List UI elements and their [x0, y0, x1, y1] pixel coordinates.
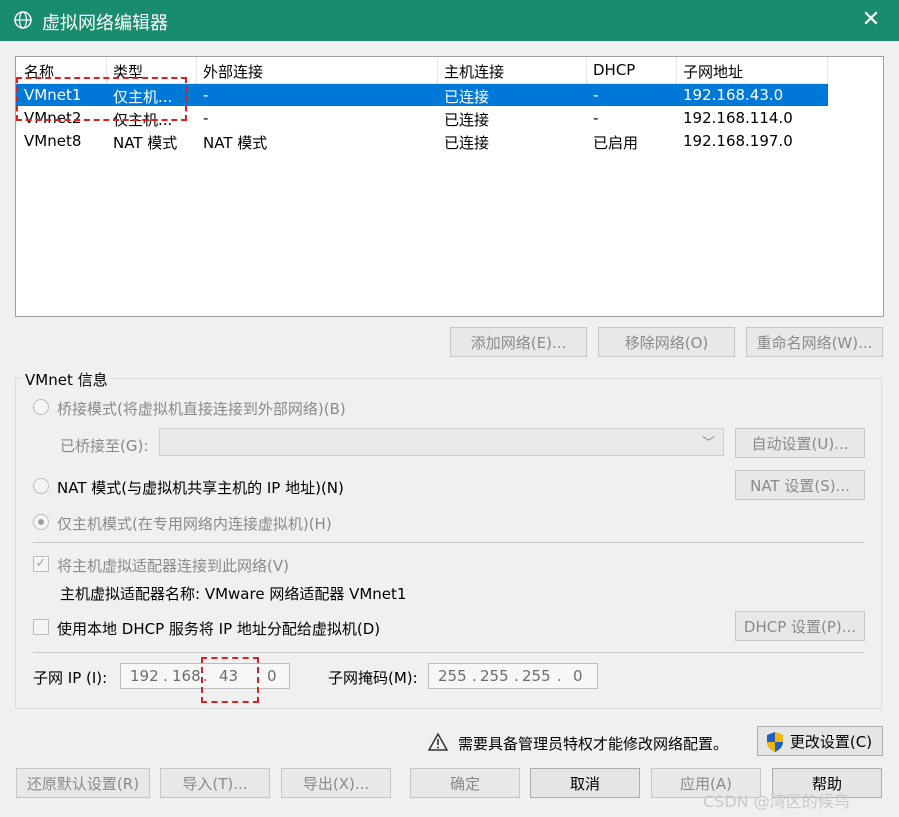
- restore-defaults-button[interactable]: 还原默认设置(R): [16, 768, 150, 798]
- warning-icon: [428, 732, 448, 751]
- export-button[interactable]: 导出(X)...: [281, 768, 391, 798]
- row-subnet: 192.168.197.0: [683, 132, 793, 150]
- vmnet-info-label: VMnet 信息: [22, 369, 111, 390]
- connect-adapter-checkbox[interactable]: ✓: [33, 556, 49, 572]
- admin-warning-text: 需要具备管理员特权才能修改网络配置。: [458, 735, 729, 753]
- close-icon[interactable]: ✕: [856, 6, 886, 34]
- bridge-mode-radio[interactable]: [33, 399, 49, 415]
- nat-settings-button[interactable]: NAT 设置(S)...: [735, 470, 865, 500]
- bridged-to-select[interactable]: ﹀: [159, 428, 724, 456]
- column-header-host[interactable]: 主机连接: [444, 61, 504, 81]
- table-row[interactable]: VMnet8 NAT 模式 NAT 模式 已连接 已启用 192.168.197…: [16, 130, 828, 152]
- row-subnet: 192.168.43.0: [683, 86, 784, 104]
- highlight-annotation: [201, 657, 259, 703]
- add-network-button[interactable]: 添加网络(E)...: [450, 327, 587, 357]
- row-dhcp: -: [593, 86, 599, 104]
- row-name: VMnet8: [24, 132, 82, 150]
- chevron-down-icon: ﹀: [701, 436, 715, 451]
- row-type: NAT 模式: [113, 134, 178, 152]
- bridged-to-label: 已桥接至(G):: [60, 437, 149, 455]
- bridge-mode-label: 桥接模式(将虚拟机直接连接到外部网络)(B): [57, 400, 346, 418]
- row-host: 已连接: [444, 134, 490, 152]
- row-subnet: 192.168.114.0: [683, 109, 793, 127]
- nat-mode-radio[interactable]: [33, 478, 49, 494]
- subnet-mask-input[interactable]: 255 . 255 . 255 . 0: [428, 663, 598, 689]
- watermark: CSDN @湾区的候鸟: [703, 792, 850, 811]
- ok-button[interactable]: 确定: [410, 768, 520, 798]
- title-bar: 虚拟网络编辑器 ✕: [0, 0, 899, 41]
- column-header-dhcp[interactable]: DHCP: [593, 61, 635, 81]
- row-external: NAT 模式: [203, 134, 268, 152]
- divider: [33, 542, 864, 543]
- nat-mode-label: NAT 模式(与虚拟机共享主机的 IP 地址)(N): [57, 479, 344, 497]
- host-only-label: 仅主机模式(在专用网络内连接虚拟机)(H): [57, 515, 332, 533]
- connect-adapter-label: 将主机虚拟适配器连接到此网络(V): [57, 557, 289, 575]
- window-title: 虚拟网络编辑器: [42, 13, 168, 34]
- row-host: 已连接: [444, 111, 490, 129]
- import-button[interactable]: 导入(T)...: [160, 768, 270, 798]
- subnet-mask-label: 子网掩码(M):: [328, 669, 418, 687]
- column-header-subnet[interactable]: 子网地址: [683, 61, 743, 81]
- dhcp-label: 使用本地 DHCP 服务将 IP 地址分配给虚拟机(D): [57, 620, 381, 638]
- highlight-annotation: [16, 77, 187, 121]
- remove-network-button[interactable]: 移除网络(O): [598, 327, 735, 357]
- dhcp-settings-button[interactable]: DHCP 设置(P)...: [735, 611, 865, 641]
- divider: [33, 652, 864, 653]
- row-external: -: [203, 86, 209, 104]
- host-only-radio[interactable]: [33, 514, 49, 530]
- row-dhcp: 已启用: [593, 134, 639, 152]
- column-header-external[interactable]: 外部连接: [203, 61, 263, 81]
- dhcp-checkbox[interactable]: [33, 619, 49, 635]
- cancel-button[interactable]: 取消: [530, 768, 640, 798]
- adapter-name-text: 主机虚拟适配器名称: VMware 网络适配器 VMnet1: [60, 585, 407, 603]
- rename-network-button[interactable]: 重命名网络(W)...: [746, 327, 883, 357]
- row-host: 已连接: [444, 88, 490, 106]
- subnet-ip-label: 子网 IP (I):: [33, 669, 108, 687]
- row-dhcp: -: [593, 109, 599, 127]
- row-external: -: [203, 109, 209, 127]
- network-globe-icon: [14, 11, 32, 29]
- auto-settings-button[interactable]: 自动设置(U)...: [735, 428, 865, 458]
- change-settings-button[interactable]: 更改设置(C): [757, 726, 883, 756]
- uac-shield-icon: [767, 732, 783, 752]
